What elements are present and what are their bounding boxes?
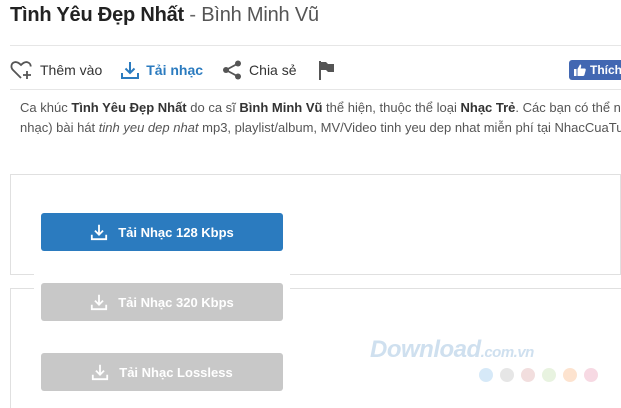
watermark-dot xyxy=(500,368,514,382)
divider xyxy=(10,45,621,46)
download-128kbps-button[interactable]: Tải Nhạc 128 Kbps xyxy=(41,213,283,251)
action-bar: Thêm vào Tải nhạc Chia sẻ xyxy=(10,56,361,84)
description-text: thể hiện, thuộc thể loại xyxy=(322,100,461,115)
description-text: mp3, playlist/album, MV/Video tinh yeu d… xyxy=(198,120,621,135)
share-button[interactable]: Chia sẻ xyxy=(221,59,297,81)
download-320kbps-button[interactable]: Tải Nhạc 320 Kbps xyxy=(41,283,283,321)
download-icon xyxy=(91,294,108,311)
song-title: Tình Yêu Đẹp Nhất xyxy=(10,4,185,26)
description-text: . Các bạn có thể nghe, downlo xyxy=(515,100,621,115)
share-icon xyxy=(223,60,242,80)
download-128kbps-label: Tải Nhạc 128 Kbps xyxy=(118,224,234,240)
title-separator: - xyxy=(184,4,202,26)
report-button[interactable] xyxy=(317,59,343,81)
add-label: Thêm vào xyxy=(40,62,103,78)
watermark-dot xyxy=(479,368,493,382)
download-music-button[interactable]: Tải nhạc xyxy=(120,60,203,80)
heart-plus-icon xyxy=(10,61,32,79)
song-title-heading: Tình Yêu Đẹp Nhất - Bình Minh Vũ xyxy=(10,0,319,30)
flag-icon xyxy=(318,61,334,80)
facebook-like-button[interactable]: Thích xyxy=(569,60,621,80)
watermark-dot xyxy=(584,368,598,382)
watermark-domain: .com.vn xyxy=(480,344,535,361)
description-song-name: Tình Yêu Đẹp Nhất xyxy=(71,100,187,115)
description-genre[interactable]: Nhạc Trẻ xyxy=(460,100,515,115)
watermark-text: Download xyxy=(370,336,481,363)
download-lossless-label: Tải Nhạc Lossless xyxy=(119,364,233,380)
watermark-dots xyxy=(479,368,605,382)
description-artist-name[interactable]: Bình Minh Vũ xyxy=(239,100,322,115)
song-description: Ca khúc Tình Yêu Đẹp Nhất do ca sĩ Bình … xyxy=(20,98,621,138)
watermark-dot xyxy=(521,368,535,382)
download-label: Tải nhạc xyxy=(146,62,204,78)
artist-name[interactable]: Bình Minh Vũ xyxy=(201,4,319,26)
share-label: Chia sẻ xyxy=(249,62,297,78)
description-text: Ca khúc xyxy=(20,100,72,115)
thumbs-up-icon xyxy=(574,64,586,76)
facebook-like-label: Thích xyxy=(590,63,621,77)
watermark-dot xyxy=(563,368,577,382)
download-icon xyxy=(121,62,140,79)
download-watermark-logo: Download.com.vn xyxy=(370,336,534,364)
watermark-dot xyxy=(542,368,556,382)
download-320kbps-label: Tải Nhạc 320 Kbps xyxy=(118,294,234,310)
divider xyxy=(10,89,621,90)
description-text: do ca sĩ xyxy=(186,100,240,115)
description-keyword: tinh yeu dep nhat xyxy=(98,120,199,135)
description-line-2: nhạc) bài hát tinh yeu dep nhat mp3, pla… xyxy=(20,118,621,138)
download-icon xyxy=(92,364,109,381)
description-line-1: Ca khúc Tình Yêu Đẹp Nhất do ca sĩ Bình … xyxy=(20,98,621,118)
download-icon xyxy=(91,224,108,241)
add-to-playlist-button[interactable]: Thêm vào xyxy=(10,59,102,81)
description-text: nhạc) bài hát xyxy=(20,120,99,135)
download-lossless-button[interactable]: Tải Nhạc Lossless xyxy=(41,353,283,391)
